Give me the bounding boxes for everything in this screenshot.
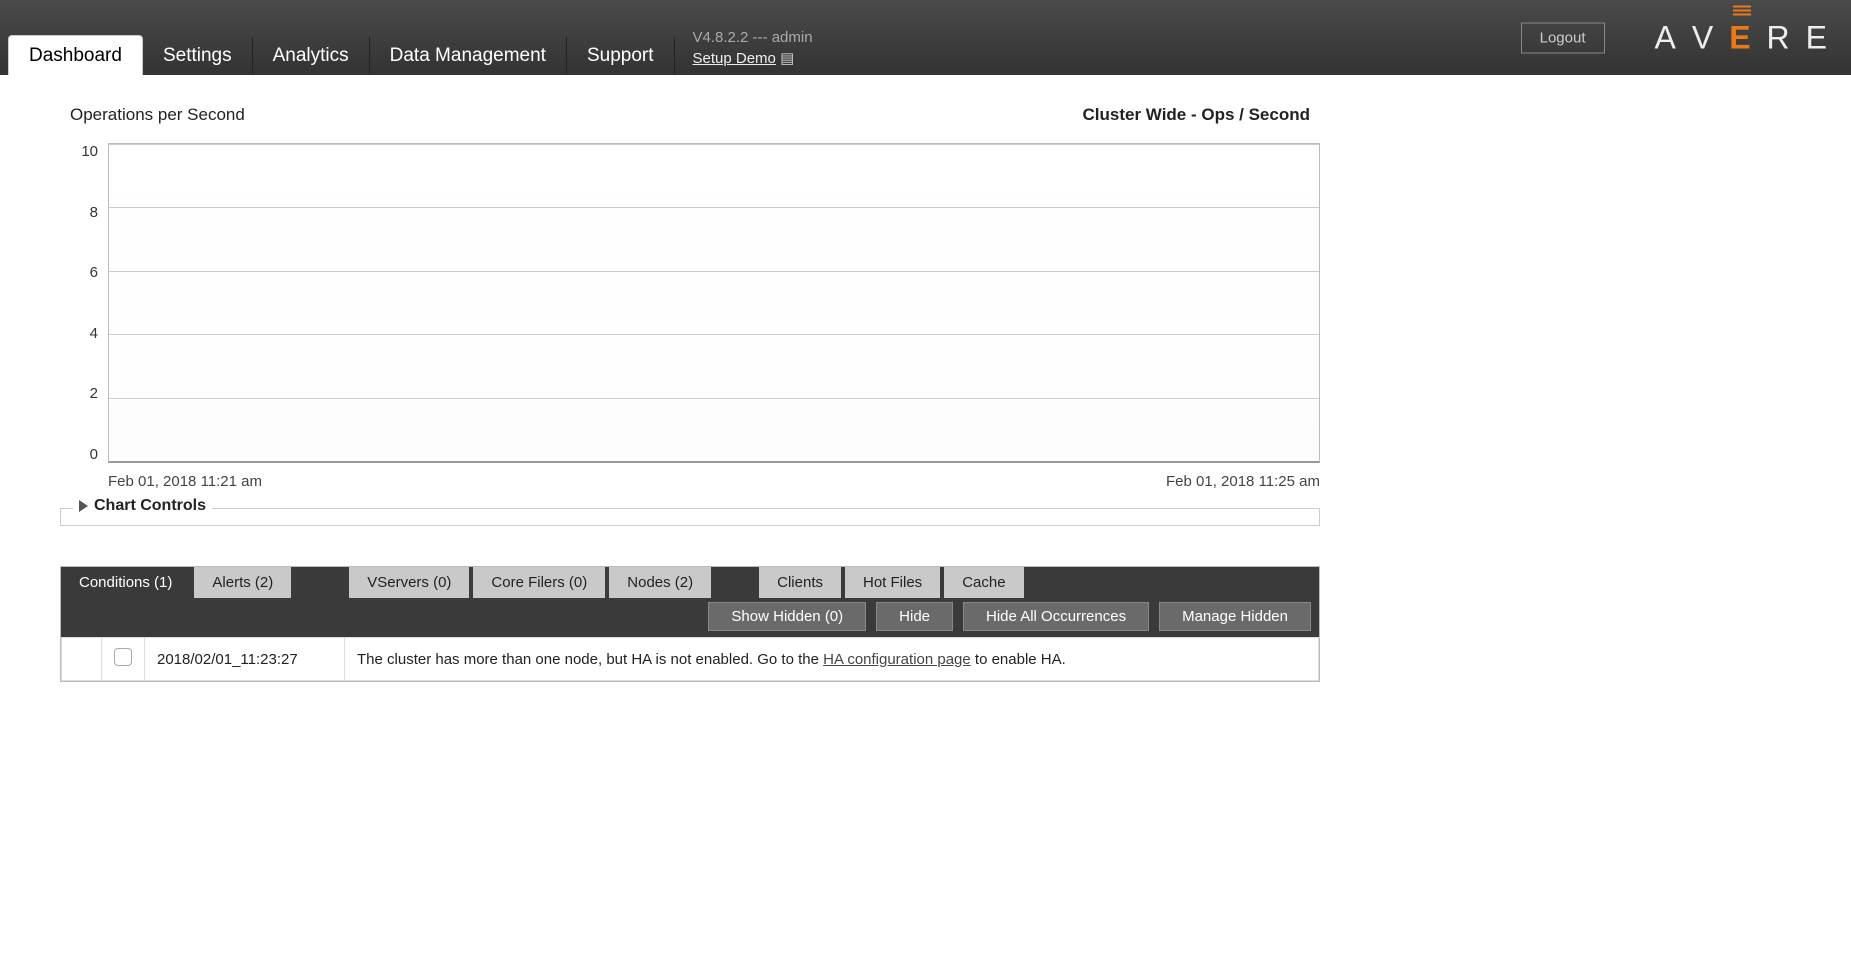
nav-tab-settings[interactable]: Settings [143, 37, 253, 75]
logo-letter-e2: E [1806, 19, 1831, 56]
tab-conditions[interactable]: Conditions (1) [61, 567, 190, 598]
dashboard-content: Operations per Second Cluster Wide - Ops… [0, 75, 1380, 702]
row-msg-pre: The cluster has more than one node, but … [357, 651, 823, 668]
panel-tabs: Conditions (1) Alerts (2) VServers (0) C… [61, 567, 1319, 598]
nav-tab-data-management[interactable]: Data Management [370, 37, 567, 75]
tab-hot-files[interactable]: Hot Files [845, 567, 940, 598]
header-meta: V4.8.2.2 --- admin Setup Demo ▤ [675, 23, 813, 75]
status-panel: Conditions (1) Alerts (2) VServers (0) C… [60, 566, 1320, 682]
y-tick: 0 [90, 446, 98, 463]
chart-plot[interactable] [108, 143, 1320, 463]
logo-letter-e: E [1729, 19, 1754, 56]
chart-controls-toggle[interactable]: Chart Controls [73, 497, 212, 515]
chart-x-axis: Feb 01, 2018 11:21 am Feb 01, 2018 11:25… [60, 467, 1320, 490]
row-message: The cluster has more than one node, but … [345, 638, 1319, 681]
chevron-right-icon [79, 500, 88, 512]
logo-letter-a: A [1655, 19, 1680, 56]
avere-logo: A V E R E [1655, 19, 1831, 56]
conditions-table: 2018/02/01_11:23:27 The cluster has more… [61, 637, 1319, 681]
y-tick: 6 [90, 264, 98, 281]
chart-title-right: Cluster Wide - Ops / Second [1083, 105, 1311, 125]
show-hidden-button[interactable]: Show Hidden (0) [708, 602, 866, 631]
chart-area: 10 8 6 4 2 0 [60, 143, 1320, 463]
x-end: Feb 01, 2018 11:25 am [1166, 473, 1320, 490]
x-start: Feb 01, 2018 11:21 am [108, 473, 262, 490]
logo-letter-r: R [1767, 19, 1794, 56]
nav-tab-support[interactable]: Support [567, 37, 675, 75]
y-tick: 10 [81, 143, 98, 160]
ha-config-link[interactable]: HA configuration page [823, 651, 971, 668]
tab-core-filers[interactable]: Core Filers (0) [473, 567, 605, 598]
row-checkbox-cell [102, 638, 145, 681]
tab-cache[interactable]: Cache [944, 567, 1023, 598]
y-tick: 2 [90, 385, 98, 402]
row-timestamp: 2018/02/01_11:23:27 [145, 638, 345, 681]
chart-y-axis: 10 8 6 4 2 0 [60, 143, 108, 463]
chart-header: Operations per Second Cluster Wide - Ops… [60, 105, 1320, 125]
row-checkbox[interactable] [114, 648, 132, 666]
chart-controls-label: Chart Controls [94, 497, 206, 515]
manage-hidden-button[interactable]: Manage Hidden [1159, 602, 1311, 631]
y-tick: 4 [90, 325, 98, 342]
setup-demo-link[interactable]: Setup Demo [693, 50, 776, 67]
tab-clients[interactable]: Clients [759, 567, 841, 598]
y-tick: 8 [90, 204, 98, 221]
app-header: Dashboard Settings Analytics Data Manage… [0, 0, 1851, 75]
tab-vservers[interactable]: VServers (0) [349, 567, 469, 598]
version-text: V4.8.2.2 --- admin [693, 27, 813, 48]
row-msg-post: to enable HA. [971, 651, 1066, 668]
tab-nodes[interactable]: Nodes (2) [609, 567, 711, 598]
header-right: Logout A V E R E [1521, 19, 1831, 56]
logo-letter-v: V [1692, 19, 1717, 56]
tab-alerts[interactable]: Alerts (2) [194, 567, 291, 598]
chart-controls-panel: Chart Controls [60, 508, 1320, 526]
logo-e-bars-icon [1729, 5, 1754, 15]
row-expand-cell[interactable] [62, 638, 102, 681]
panel-actions: Show Hidden (0) Hide Hide All Occurrence… [61, 598, 1319, 637]
nav-tab-dashboard[interactable]: Dashboard [8, 35, 143, 75]
logout-button[interactable]: Logout [1521, 22, 1605, 53]
nav-tab-analytics[interactable]: Analytics [253, 37, 370, 75]
hide-button[interactable]: Hide [876, 602, 953, 631]
main-nav: Dashboard Settings Analytics Data Manage… [0, 0, 813, 75]
table-row: 2018/02/01_11:23:27 The cluster has more… [62, 638, 1319, 681]
chart-title-left: Operations per Second [70, 105, 245, 125]
hide-all-occurrences-button[interactable]: Hide All Occurrences [963, 602, 1149, 631]
document-icon: ▤ [780, 50, 794, 67]
